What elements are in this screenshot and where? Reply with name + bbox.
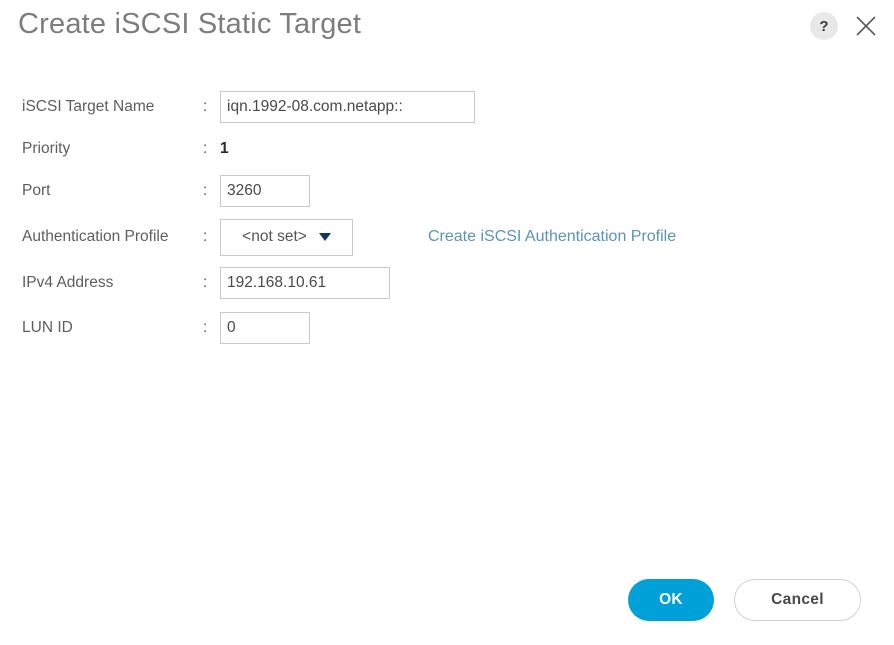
control-target-name: [220, 91, 475, 123]
page-title: Create iSCSI Static Target: [18, 8, 362, 40]
label-target-name: iSCSI Target Name: [22, 98, 155, 115]
label-port: Port: [22, 182, 51, 199]
label-ipv4-address: IPv4 Address: [22, 274, 114, 291]
dialog-header: Create iSCSI Static Target ?: [0, 0, 894, 62]
label-lun-id: LUN ID: [22, 319, 73, 336]
cancel-button[interactable]: Cancel: [734, 579, 861, 621]
control-port: [220, 175, 310, 207]
lun-id-input[interactable]: [220, 312, 310, 344]
ok-button[interactable]: OK: [628, 579, 714, 621]
colon-lun-id: :: [203, 319, 208, 336]
chevron-down-icon: [318, 233, 331, 241]
form-row-lun-id: LUN ID :: [0, 304, 894, 352]
close-icon[interactable]: [852, 12, 880, 40]
control-ipv4-address: [220, 267, 390, 299]
ipv4-address-input[interactable]: [220, 267, 390, 299]
form-row-ipv4-address: IPv4 Address :: [0, 262, 894, 304]
control-lun-id: [220, 312, 310, 344]
label-auth-profile: Authentication Profile: [22, 228, 169, 245]
priority-value: 1: [220, 140, 229, 157]
form-area: iSCSI Target Name : Priority : 1 Port : …: [0, 86, 894, 352]
auth-profile-selected-value: <not set>: [242, 228, 307, 245]
header-actions: ?: [810, 12, 880, 40]
colon-ipv4-address: :: [203, 274, 208, 291]
target-name-input[interactable]: [220, 91, 475, 123]
dialog-footer: OK Cancel: [0, 579, 894, 621]
create-auth-profile-link[interactable]: Create iSCSI Authentication Profile: [428, 228, 676, 246]
auth-profile-select[interactable]: <not set>: [220, 218, 353, 256]
help-icon[interactable]: ?: [810, 12, 838, 40]
colon-target-name: :: [203, 98, 208, 115]
control-auth-profile: <not set>: [220, 218, 353, 256]
form-row-target-name: iSCSI Target Name :: [0, 86, 894, 128]
form-row-auth-profile: Authentication Profile : <not set> Creat…: [0, 212, 894, 262]
form-row-port: Port :: [0, 170, 894, 212]
colon-auth-profile: :: [203, 228, 208, 245]
colon-priority: :: [203, 140, 208, 157]
port-input[interactable]: [220, 175, 310, 207]
label-priority: Priority: [22, 140, 71, 157]
form-row-priority: Priority : 1: [0, 128, 894, 170]
colon-port: :: [203, 182, 208, 199]
